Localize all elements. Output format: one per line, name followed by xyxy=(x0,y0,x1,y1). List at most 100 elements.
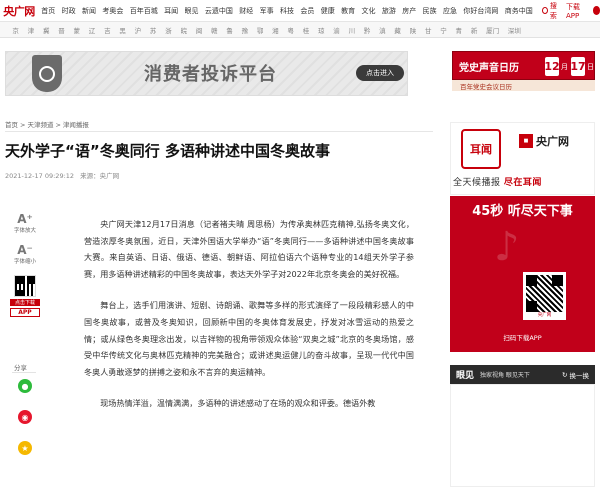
region-item[interactable]: 赣 xyxy=(207,25,222,35)
region-item[interactable]: 吉 xyxy=(100,25,115,35)
region-item[interactable]: 琼 xyxy=(314,25,329,35)
nav-item[interactable]: 新闻 xyxy=(79,6,99,16)
article-paragraph: 现场热情洋溢，温情满满，多语种的讲述感动了在场的观众和评委。德语外教 xyxy=(100,398,376,409)
region-item[interactable]: 黑 xyxy=(115,25,130,35)
nav-item[interactable]: 耳闻 xyxy=(161,6,181,16)
nav-item[interactable]: 健康 xyxy=(318,6,338,16)
font-larger-button[interactable]: A⁺ 字体放大 xyxy=(10,212,40,234)
refresh-label: 换一换 xyxy=(569,371,590,380)
font-larger-label: 字体放大 xyxy=(13,228,36,234)
region-item[interactable]: 鄂 xyxy=(253,25,268,35)
cnr-app-icon: ■ xyxy=(519,134,533,148)
qr-download[interactable]: 点击下载 APP xyxy=(10,275,40,317)
user-icon[interactable] xyxy=(592,6,600,15)
region-item[interactable]: 藏 xyxy=(390,25,405,35)
region-item[interactable]: 滇 xyxy=(375,25,390,35)
download-app-link[interactable]: 下载APP xyxy=(566,2,589,20)
region-item[interactable]: 黔 xyxy=(359,25,374,35)
qr-code-icon xyxy=(14,275,36,297)
article-tools: A⁺ 字体放大 A⁻ 字体缩小 点击下载 APP xyxy=(10,212,40,317)
nav-item[interactable]: 旅游 xyxy=(379,6,399,16)
main-nav: 首页 时政 新闻 考奥会 百年百城 耳闻 眼见 云遗中国 财经 军事 科技 会员 健康 教育 文化 旅游 房产民… xyxy=(38,6,536,16)
region-item[interactable]: 辽 xyxy=(84,25,99,35)
region-item[interactable]: 蒙 xyxy=(69,25,84,35)
party-history-calendar[interactable]: 党史声音日历 12 月 17 日 xyxy=(452,51,595,80)
region-item[interactable]: 甘 xyxy=(421,25,436,35)
nav-item[interactable]: 考奥会 xyxy=(99,6,126,16)
nav-item[interactable]: 你好台湾网 xyxy=(460,6,501,16)
ad2-caption: 扫码下载APP xyxy=(503,334,542,342)
search-label: 搜索 xyxy=(549,1,557,20)
site-logo[interactable]: 央广网 xyxy=(0,0,38,22)
article-paragraph: 舞台上，选手们用演讲、短剧、诗朗诵、歌舞等多样的形式演绎了一段段精彩感人的中国冬… xyxy=(84,300,414,377)
region-nav: 京津冀晋蒙辽吉黑沪苏浙皖闽赣鲁豫鄂湘粤桂琼渝川黔滇藏陕甘宁青新厦门 深圳 xyxy=(0,22,600,38)
region-item[interactable]: 豫 xyxy=(237,25,252,35)
region-item[interactable]: 陕 xyxy=(405,25,420,35)
ad-slogan: 全天候播报 尽在耳闻 xyxy=(453,175,593,188)
region-item[interactable]: 渝 xyxy=(329,25,344,35)
calendar-day: 17 xyxy=(570,57,586,76)
erwen-seal-logo: 耳闻 xyxy=(461,129,501,169)
qzone-share-icon[interactable]: ★ xyxy=(18,441,32,455)
ad2-qr: 央广网 xyxy=(523,272,566,320)
consumer-complaint-banner[interactable]: 消费者投诉平台 点击进入 xyxy=(5,51,408,96)
banner-enter-button[interactable]: 点击进入 xyxy=(356,65,404,81)
region-item[interactable]: 浙 xyxy=(161,25,176,35)
region-item[interactable]: 新 xyxy=(466,25,481,35)
font-larger-icon: A⁺ xyxy=(17,212,33,226)
nav-item[interactable]: 云遗中国 xyxy=(202,6,236,16)
font-smaller-button[interactable]: A⁻ 字体缩小 xyxy=(10,243,40,265)
nav-item[interactable]: 财经 xyxy=(236,6,256,16)
slogan-part-b: 尽在耳闻 xyxy=(503,178,542,188)
weibo-share-icon[interactable]: ◉ xyxy=(18,410,32,424)
font-smaller-icon: A⁻ xyxy=(17,243,33,257)
region-item[interactable]: 宁 xyxy=(436,25,451,35)
article-body: 央广网天津12月17日消息（记者褚夫晴 周思杨）为传承奥林匹克精神,弘扬冬奥文化… xyxy=(84,216,414,427)
yanjian-header: 眼见 独家视角 眼见天下 ↻ 换一换 xyxy=(450,365,595,384)
region-item[interactable]: 鲁 xyxy=(222,25,237,35)
region-item[interactable]: 苏 xyxy=(146,25,161,35)
region-item[interactable]: 京 xyxy=(8,25,23,35)
region-item[interactable]: 沪 xyxy=(130,25,145,35)
breadcrumb-link[interactable]: 津闻播报 xyxy=(63,121,89,129)
nav-item[interactable]: 教育 xyxy=(338,6,358,16)
top-navigation-bar: 央广网 首页 时政 新闻 考奥会 百年百城 耳闻 眼见 云遗中国 财经 军事 科技 会员 健康 教育 文化旅… xyxy=(0,0,600,22)
nav-item[interactable]: 应急 xyxy=(440,6,460,16)
nav-item[interactable]: 科技 xyxy=(277,6,297,16)
calendar-month-unit: 月 xyxy=(561,63,568,71)
nav-item[interactable]: 房产 xyxy=(399,6,419,16)
nav-item[interactable]: 首页 xyxy=(38,6,58,16)
calendar-subtitle[interactable]: 百年党史会议日历 xyxy=(452,80,595,91)
erwen-app-ad[interactable]: 耳闻 ■ 央广网 全天候播报 尽在耳闻 xyxy=(450,122,595,195)
region-item[interactable]: 冀 xyxy=(39,25,54,35)
wechat-share-icon[interactable]: ● xyxy=(18,379,32,393)
font-smaller-label: 字体缩小 xyxy=(13,259,36,265)
region-item[interactable]: 津 xyxy=(23,25,38,35)
breadcrumb-link[interactable]: 首页 xyxy=(5,121,18,129)
nav-item[interactable]: 民族 xyxy=(419,6,439,16)
app-download-ad[interactable]: 45秒 听尽天下事 ♪ 央广网 扫码下载APP xyxy=(450,196,595,352)
nav-item[interactable]: 文化 xyxy=(358,6,378,16)
region-item[interactable]: 湘 xyxy=(268,25,283,35)
nav-item[interactable]: 商务中国 xyxy=(502,6,536,16)
region-item[interactable]: 粤 xyxy=(283,25,298,35)
nav-item[interactable]: 会员 xyxy=(297,6,317,16)
nav-item[interactable]: 眼见 xyxy=(181,6,201,16)
article-paragraph: 央广网天津12月17日消息（记者褚夫晴 周思杨）为传承奥林匹克精神,弘扬冬奥文化… xyxy=(84,219,414,279)
region-item[interactable]: 深圳 xyxy=(504,25,526,35)
region-item[interactable]: 川 xyxy=(344,25,359,35)
search-button[interactable]: 搜索 xyxy=(541,1,561,21)
region-item[interactable]: 青 xyxy=(451,25,466,35)
region-item[interactable]: 桂 xyxy=(298,25,313,35)
region-item[interactable]: 厦门 xyxy=(482,25,504,35)
calendar-month: 12 xyxy=(544,57,560,76)
refresh-button[interactable]: ↻ 换一换 xyxy=(562,370,589,380)
nav-item[interactable]: 时政 xyxy=(58,6,78,16)
region-item[interactable]: 闽 xyxy=(191,25,206,35)
nav-item[interactable]: 百年百城 xyxy=(127,6,161,16)
share-label: 分享 xyxy=(14,364,27,372)
breadcrumb-link[interactable]: 天津频道 xyxy=(27,121,53,129)
region-item[interactable]: 晋 xyxy=(54,25,69,35)
region-item[interactable]: 皖 xyxy=(176,25,191,35)
nav-item[interactable]: 军事 xyxy=(256,6,276,16)
